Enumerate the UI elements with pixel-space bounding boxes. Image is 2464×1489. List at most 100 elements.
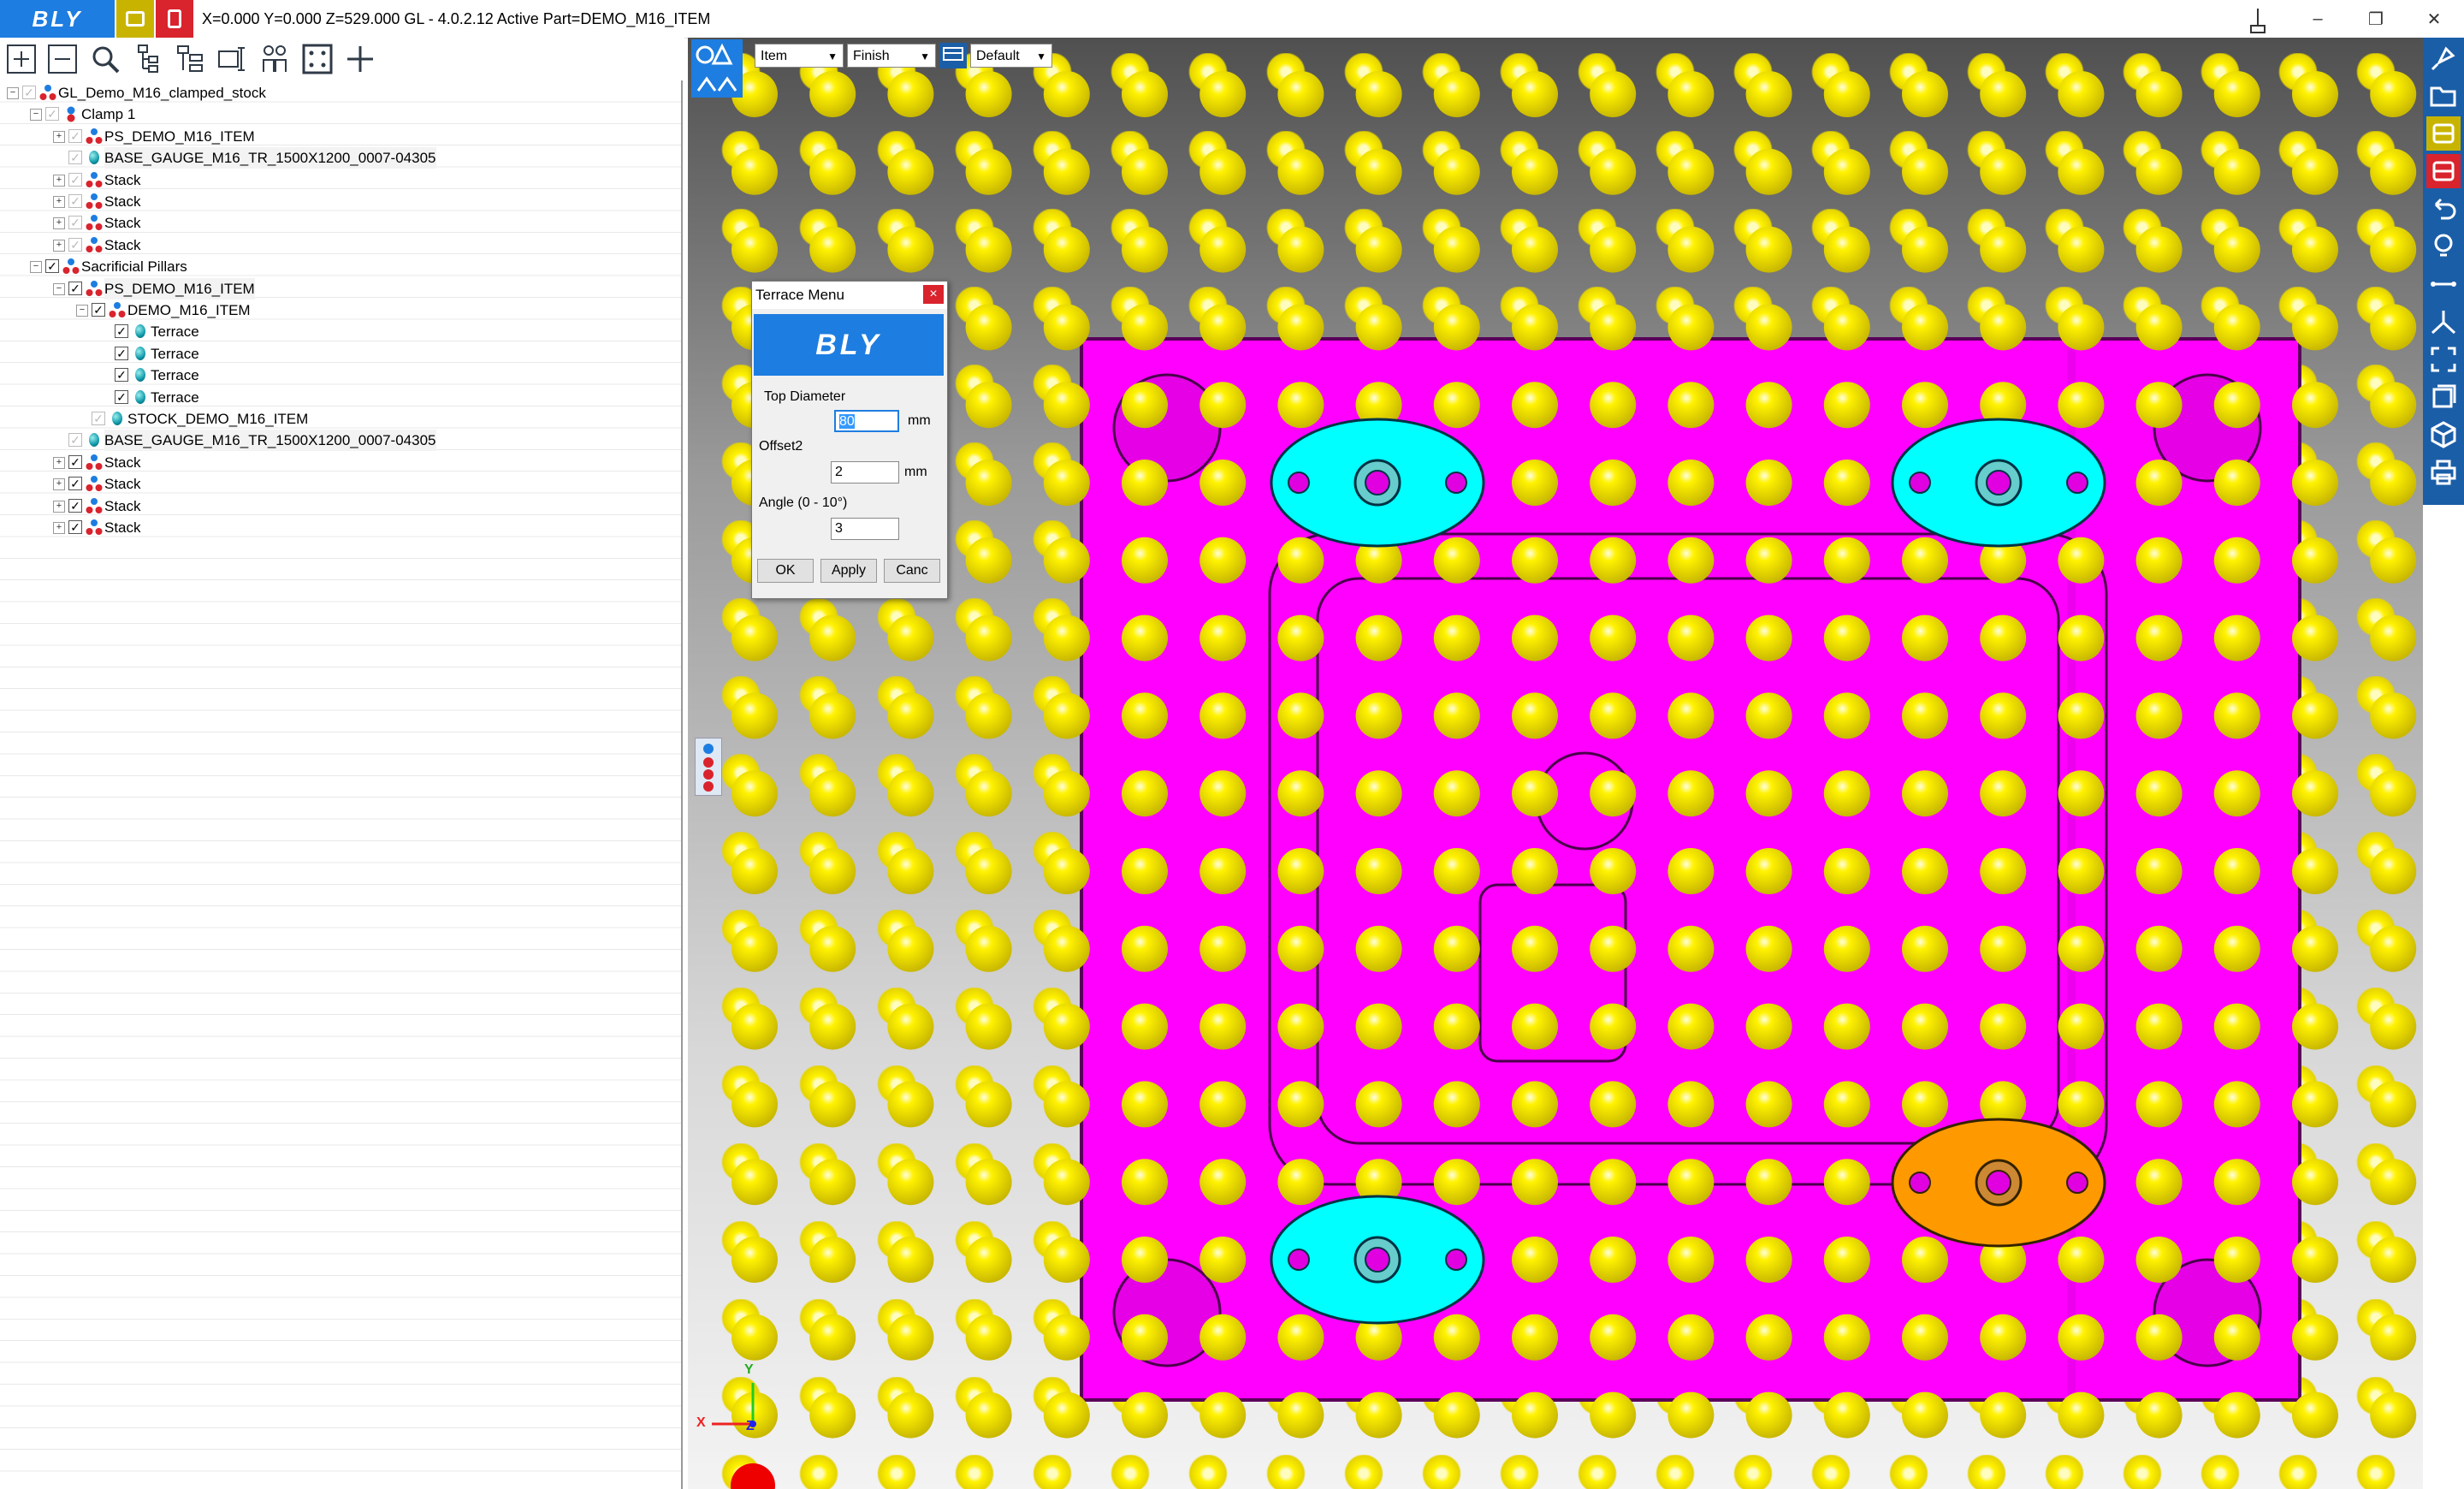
save-yellow-button[interactable] [116, 0, 154, 38]
3d-viewport[interactable]: Y X Z [688, 38, 2423, 1489]
tree-item[interactable]: + ✓ PS_DEMO_M16_ITEM [0, 126, 676, 147]
tree-item[interactable]: ✓ Terrace [0, 365, 676, 386]
restore-button[interactable]: ❐ [2348, 0, 2404, 38]
collapse-toggle[interactable]: − [7, 87, 19, 99]
pillar-ball [1980, 71, 2027, 117]
tree-item[interactable]: + ✓ Stack [0, 517, 676, 538]
select-frame-button[interactable] [299, 41, 335, 77]
visibility-checkbox[interactable]: ✓ [68, 433, 82, 448]
measure-button[interactable] [2426, 267, 2461, 301]
tree-item[interactable]: − ✓ GL_Demo_M16_clamped_stock [0, 82, 676, 104]
add-button[interactable] [342, 41, 378, 77]
tree-item[interactable]: ✓ STOCK_DEMO_M16_ITEM [0, 408, 676, 430]
visibility-checkbox[interactable]: ✓ [115, 368, 128, 383]
pin-button[interactable] [2426, 41, 2461, 75]
search-button[interactable] [87, 41, 123, 77]
tree-item[interactable]: − ✓ Clamp 1 [0, 104, 676, 125]
fit-button[interactable] [2426, 342, 2461, 377]
close-button[interactable]: ✕ [2406, 0, 2462, 38]
expand-toggle[interactable]: + [53, 239, 65, 252]
expand-toggle[interactable]: + [53, 522, 65, 534]
collapse-toggle[interactable]: − [76, 305, 88, 317]
axis-button[interactable] [2426, 305, 2461, 339]
visibility-checkbox[interactable]: ✓ [68, 498, 82, 513]
collapse-toggle[interactable]: − [30, 261, 42, 274]
visibility-checkbox[interactable]: ✓ [92, 303, 105, 317]
print-button[interactable] [2426, 455, 2461, 489]
pin-window-icon[interactable] [2247, 9, 2269, 34]
ok-button[interactable]: OK [757, 559, 814, 583]
visibility-checkbox[interactable]: ✓ [115, 324, 128, 339]
apply-button[interactable]: Apply [820, 559, 877, 583]
expand-all-button[interactable] [3, 41, 39, 77]
visibility-checkbox[interactable]: ✓ [68, 454, 82, 469]
display-button[interactable] [939, 43, 967, 68]
hierarchy-button[interactable] [130, 41, 166, 77]
tree-item[interactable]: ✓ BASE_GAUGE_M16_TR_1500X1200_0007-04305 [0, 430, 676, 452]
tree-item[interactable]: + ✓ Stack [0, 495, 676, 517]
undo-button[interactable] [2426, 192, 2461, 226]
assembly-tree[interactable]: − ✓ GL_Demo_M16_clamped_stock − ✓ Clamp 1 + ✓ PS… [0, 80, 683, 1489]
dimensions-button[interactable] [214, 41, 250, 77]
visibility-checkbox[interactable]: ✓ [68, 172, 82, 187]
cancel-button[interactable]: Canc [884, 559, 940, 583]
tree-item[interactable]: + ✓ Stack [0, 473, 676, 495]
save-yellow-button-right[interactable] [2426, 116, 2461, 151]
tree-item[interactable]: ✓ Terrace [0, 321, 676, 342]
expand-toggle[interactable]: + [53, 174, 65, 187]
angle-input[interactable]: 3 [831, 518, 899, 540]
tree-item[interactable]: + ✓ Stack [0, 212, 676, 234]
collapse-toggle[interactable]: − [53, 282, 65, 295]
tree-item[interactable]: + ✓ Stack [0, 452, 676, 473]
tree-item[interactable]: ✓ Terrace [0, 343, 676, 365]
tree-item[interactable]: − ✓ PS_DEMO_M16_ITEM [0, 277, 676, 300]
view-stack-button[interactable] [695, 738, 722, 796]
expand-toggle[interactable]: + [53, 217, 65, 230]
visibility-checkbox[interactable]: ✓ [22, 86, 36, 99]
app-logo[interactable]: BLY [0, 0, 115, 38]
visibility-checkbox[interactable]: ✓ [115, 389, 128, 404]
tree-item[interactable]: + ✓ Stack [0, 234, 676, 256]
expand-toggle[interactable]: + [53, 130, 65, 143]
expand-toggle[interactable]: + [53, 478, 65, 491]
expand-toggle[interactable]: + [53, 456, 65, 469]
visibility-checkbox[interactable]: ✓ [68, 520, 82, 534]
item-select[interactable]: Item ▼ [755, 44, 844, 68]
dialog-close-button[interactable]: × [923, 285, 944, 304]
default-select[interactable]: Default ▼ [970, 44, 1052, 68]
finish-select[interactable]: Finish ▼ [847, 44, 936, 68]
visibility-checkbox[interactable]: ✓ [45, 259, 59, 274]
visibility-checkbox[interactable]: ✓ [92, 412, 105, 425]
visibility-checkbox[interactable]: ✓ [68, 194, 82, 208]
people-button[interactable] [257, 41, 293, 77]
visibility-checkbox[interactable]: ✓ [68, 128, 82, 143]
open-button[interactable] [2426, 79, 2461, 113]
view-mode-button[interactable] [691, 39, 743, 98]
minimize-button[interactable]: – [2289, 0, 2346, 38]
cube-button[interactable] [2426, 418, 2461, 452]
visibility-checkbox[interactable]: ✓ [68, 216, 82, 230]
expand-toggle[interactable]: + [53, 196, 65, 208]
visibility-checkbox[interactable]: ✓ [68, 237, 82, 252]
collapse-all-button[interactable] [44, 41, 80, 77]
layers-button[interactable] [2426, 380, 2461, 414]
tree-view-button[interactable] [173, 41, 209, 77]
light-button[interactable] [2426, 229, 2461, 264]
visibility-checkbox[interactable]: ✓ [115, 346, 128, 360]
tree-item[interactable]: − ✓ DEMO_M16_ITEM [0, 300, 676, 321]
tree-item[interactable]: − ✓ Sacrificial Pillars [0, 256, 676, 277]
exit-button[interactable] [156, 0, 193, 38]
save-red-button[interactable] [2426, 154, 2461, 188]
tree-item[interactable]: + ✓ Stack [0, 191, 676, 212]
offset2-input[interactable]: 2 [831, 461, 899, 483]
tree-item[interactable]: ✓ Terrace [0, 387, 676, 408]
collapse-toggle[interactable]: − [30, 109, 42, 122]
visibility-checkbox[interactable]: ✓ [68, 477, 82, 491]
visibility-checkbox[interactable]: ✓ [68, 151, 82, 165]
tree-item[interactable]: + ✓ Stack [0, 169, 676, 191]
tree-item[interactable]: ✓ BASE_GAUGE_M16_TR_1500X1200_0007-04305 [0, 147, 676, 169]
expand-toggle[interactable]: + [53, 500, 65, 513]
visibility-checkbox[interactable]: ✓ [45, 107, 59, 122]
visibility-checkbox[interactable]: ✓ [68, 281, 82, 295]
top-diameter-input[interactable]: 80 [834, 410, 899, 432]
